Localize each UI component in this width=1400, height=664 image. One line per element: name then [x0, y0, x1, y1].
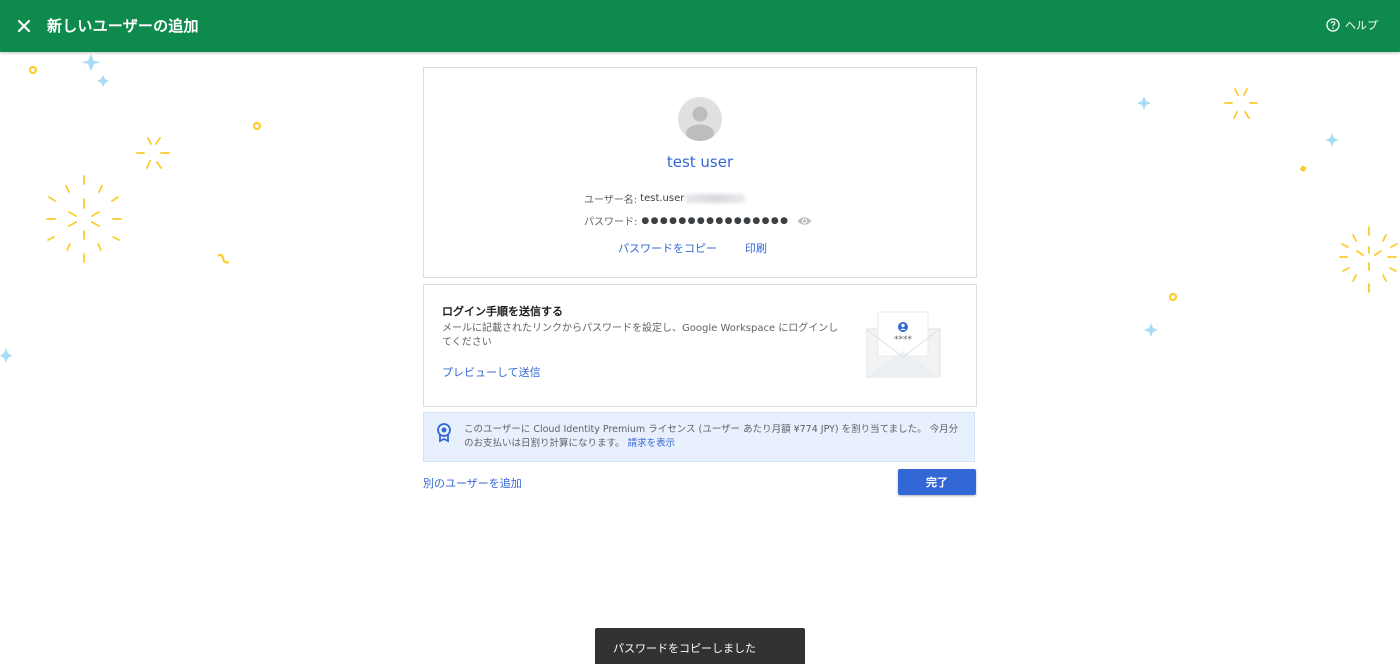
login-instructions-card: ログイン手順を送信する メールに記載されたリンクからパスワードを設定し、Goog…: [423, 284, 977, 407]
login-instructions-description: メールに記載されたリンクからパスワードを設定し、Google Workspace…: [442, 323, 839, 348]
user-summary-card: test user ユーザー名: test.user パスワード: ●●●●●●…: [423, 67, 977, 278]
login-instructions-title: ログイン手順を送信する: [442, 305, 563, 318]
add-another-user-link[interactable]: 別のユーザーを追加: [423, 475, 522, 491]
close-button[interactable]: [12, 14, 36, 38]
avatar-icon: [686, 106, 714, 141]
envelope-icon: ****: [866, 311, 941, 378]
show-password-button[interactable]: [797, 216, 812, 226]
snackbar-toast: パスワードをコピーしました: [595, 628, 805, 664]
license-notice-text: このユーザーに Cloud Identity Premium ライセンス (ユー…: [464, 423, 959, 451]
username-value: test.user: [640, 193, 685, 204]
username-label: ユーザー名:: [584, 195, 638, 206]
password-row: パスワード: ●●●●●●●●●●●●●●●●: [584, 213, 812, 228]
license-badge-icon: [437, 423, 451, 443]
username-row: ユーザー名: test.user: [584, 191, 746, 206]
done-button[interactable]: 完了: [898, 469, 976, 495]
help-button[interactable]: ヘルプ: [1326, 17, 1378, 33]
help-icon: [1326, 18, 1340, 32]
avatar: [678, 97, 722, 141]
page-title: 新しいユーザーの追加: [47, 17, 199, 35]
password-masked: ●●●●●●●●●●●●●●●●: [641, 215, 790, 226]
help-label: ヘルプ: [1345, 19, 1378, 32]
preview-and-send-link[interactable]: プレビューして送信: [442, 364, 541, 380]
envelope-mask-text: ****: [894, 335, 913, 345]
eye-icon: [797, 216, 812, 225]
view-billing-link[interactable]: 請求を表示: [628, 438, 676, 449]
toast-message: パスワードをコピーしました: [613, 642, 756, 655]
print-link[interactable]: 印刷: [745, 240, 767, 256]
license-notice-message: このユーザーに Cloud Identity Premium ライセンス (ユー…: [464, 424, 959, 449]
license-notice: このユーザーに Cloud Identity Premium ライセンス (ユー…: [423, 412, 975, 462]
user-display-name: test user: [666, 153, 734, 171]
app-header: 新しいユーザーの追加 ヘルプ: [0, 0, 1400, 52]
close-icon: [17, 19, 31, 33]
password-label: パスワード:: [584, 217, 638, 228]
copy-password-link[interactable]: パスワードをコピー: [618, 240, 717, 256]
redacted-domain: [685, 194, 746, 203]
